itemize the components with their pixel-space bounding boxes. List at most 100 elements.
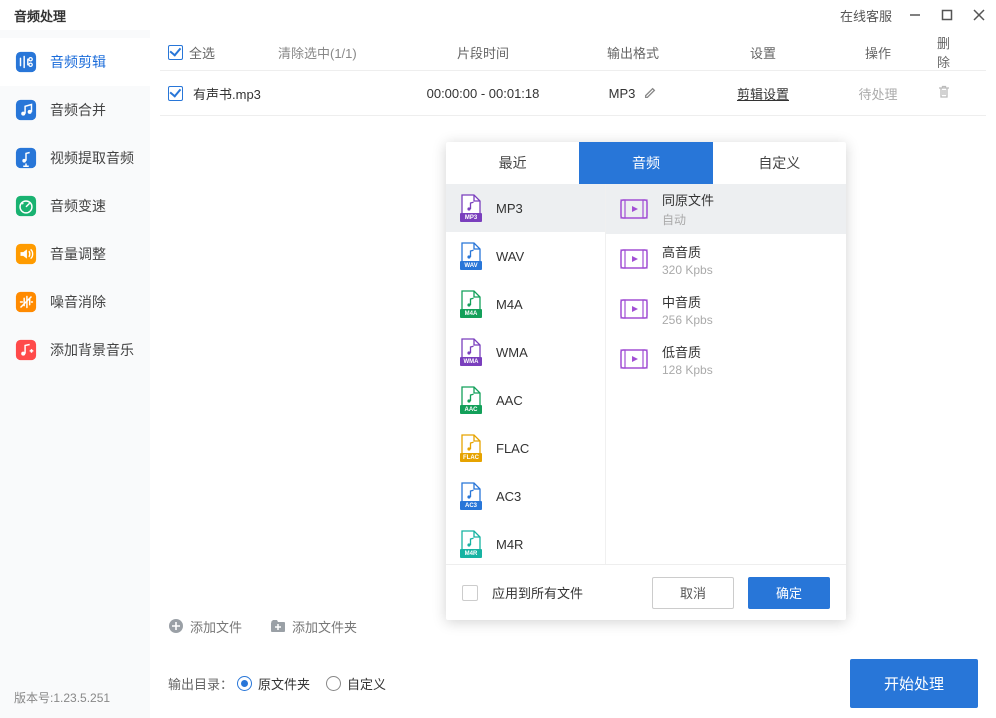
sidebar-item-volume-adjust[interactable]: 音量调整 [0, 230, 150, 278]
quality-item-low[interactable]: 低音质128 Kpbs [606, 334, 846, 384]
select-all-label: 全选 [189, 43, 215, 62]
dropdown-tab-audio[interactable]: 音频 [579, 142, 712, 184]
radio-custom-label: 自定义 [347, 674, 386, 693]
output-dir-label: 输出目录： [168, 674, 233, 693]
row-checkbox[interactable] [168, 86, 183, 101]
file-icon: AC3 [460, 482, 482, 510]
row-status: 待处理 [828, 84, 928, 103]
col-settings-header: 设置 [698, 43, 828, 62]
sidebar-item-video-extract-audio[interactable]: 视频提取音频 [0, 134, 150, 182]
file-icon: WAV [460, 242, 482, 270]
radio-original-folder[interactable]: 原文件夹 [237, 674, 310, 693]
apply-all-checkbox[interactable] [462, 585, 478, 601]
minimize-button[interactable] [908, 8, 922, 22]
dropdown-cancel-button[interactable]: 取消 [652, 577, 734, 609]
row-format[interactable]: MP3 [609, 86, 636, 101]
bgm-icon [14, 338, 38, 362]
format-item-mp3[interactable]: MP3 MP3 [446, 184, 605, 232]
format-dropdown-panel: 最近 音频 自定义 MP3 MP3 WAV WAV M4A [446, 142, 846, 620]
quality-item-high[interactable]: 高音质 320 Kpbs [606, 234, 846, 284]
format-item-flac[interactable]: FLAC FLAC [446, 424, 605, 472]
format-list: MP3 MP3 WAV WAV M4A M4A WMA WMA [446, 184, 606, 564]
col-time-header: 片段时间 [398, 43, 568, 62]
trash-icon[interactable] [936, 84, 952, 100]
add-folder-label: 添加文件夹 [292, 617, 357, 636]
quality-sub: 自动 [662, 211, 714, 228]
add-file-icon [168, 618, 184, 634]
quality-list: 同原文件自动 高音质 320 Kpbs 中音质256 Kpbs 低音质128 Kp… [606, 184, 846, 564]
quality-title: 高音质 [662, 242, 713, 261]
format-label: WMA [496, 345, 528, 360]
row-time-range: 00:00:00 - 00:01:18 [398, 86, 568, 101]
sidebar-label: 音频剪辑 [50, 52, 106, 72]
col-delete-header: 删除 [928, 33, 978, 71]
sidebar-label: 音频变速 [50, 196, 106, 216]
maximize-button[interactable] [940, 8, 954, 22]
radio-custom-folder[interactable]: 自定义 [326, 674, 386, 693]
format-item-ac3[interactable]: AC3 AC3 [446, 472, 605, 520]
add-folder-button[interactable]: 添加文件夹 [270, 617, 357, 636]
dropdown-tab-custom[interactable]: 自定义 [713, 142, 846, 184]
format-label: FLAC [496, 441, 529, 456]
quality-icon [620, 347, 648, 371]
table-row: 有声书.mp3 00:00:00 - 00:01:18 MP3 剪辑设置 待处理 [160, 71, 986, 115]
format-item-wav[interactable]: WAV WAV [446, 232, 605, 280]
online-service-link[interactable]: 在线客服 [840, 6, 892, 25]
sidebar-label: 噪音消除 [50, 292, 106, 312]
select-all-checkbox[interactable] [168, 45, 183, 60]
sidebar-item-audio-cut[interactable]: 音频剪辑 [0, 38, 150, 86]
volume-icon [14, 242, 38, 266]
format-item-m4a[interactable]: M4A M4A [446, 280, 605, 328]
row-filename: 有声书.mp3 [193, 84, 261, 103]
format-label: AC3 [496, 489, 521, 504]
clear-selected-link[interactable]: 清除选中(1/1) [278, 43, 398, 62]
add-file-label: 添加文件 [190, 617, 242, 636]
audio-merge-icon [14, 98, 38, 122]
dropdown-tab-recent[interactable]: 最近 [446, 142, 579, 184]
sidebar-item-add-bgm[interactable]: 添加背景音乐 [0, 326, 150, 374]
file-icon: MP3 [460, 194, 482, 222]
content: 全选 清除选中(1/1) 片段时间 输出格式 设置 操作 删除 有声书.mp3 … [150, 30, 996, 718]
start-process-button[interactable]: 开始处理 [850, 659, 978, 708]
format-item-wma[interactable]: WMA WMA [446, 328, 605, 376]
quality-item-same-as-source[interactable]: 同原文件自动 [606, 184, 846, 234]
version-label: 版本号:1.23.5.251 [14, 689, 110, 706]
format-label: WAV [496, 249, 524, 264]
format-label: AAC [496, 393, 523, 408]
footer-output-row: 输出目录： 原文件夹 自定义 开始处理 [160, 643, 986, 708]
format-label: M4R [496, 537, 523, 552]
table-header: 全选 清除选中(1/1) 片段时间 输出格式 设置 操作 删除 [160, 34, 986, 70]
add-file-button[interactable]: 添加文件 [168, 617, 242, 636]
format-item-m4r[interactable]: M4R M4R [446, 520, 605, 564]
file-icon: M4R [460, 530, 482, 558]
file-icon: WMA [460, 338, 482, 366]
close-button[interactable] [972, 8, 986, 22]
format-label: MP3 [496, 201, 523, 216]
sidebar-label: 视频提取音频 [50, 148, 134, 168]
apply-all-label: 应用到所有文件 [492, 583, 583, 602]
sidebar-label: 音频合并 [50, 100, 106, 120]
col-format-header: 输出格式 [568, 43, 698, 62]
radio-original-label: 原文件夹 [258, 674, 310, 693]
format-label: M4A [496, 297, 523, 312]
audio-speed-icon [14, 194, 38, 218]
format-item-aac[interactable]: AAC AAC [446, 376, 605, 424]
quality-sub: 320 Kpbs [662, 263, 713, 277]
audio-cut-icon [14, 50, 38, 74]
quality-item-medium[interactable]: 中音质256 Kpbs [606, 284, 846, 334]
dropdown-ok-button[interactable]: 确定 [748, 577, 830, 609]
video-extract-icon [14, 146, 38, 170]
sidebar-item-noise-removal[interactable]: 噪音消除 [0, 278, 150, 326]
file-icon: AAC [460, 386, 482, 414]
sidebar-item-audio-merge[interactable]: 音频合并 [0, 86, 150, 134]
app-title: 音频处理 [14, 6, 66, 25]
row-settings-link[interactable]: 剪辑设置 [737, 87, 789, 102]
title-bar: 音频处理 在线客服 [0, 0, 996, 30]
sidebar-label: 音量调整 [50, 244, 106, 264]
sidebar-item-audio-speed[interactable]: 音频变速 [0, 182, 150, 230]
file-icon: M4A [460, 290, 482, 318]
sidebar-label: 添加背景音乐 [50, 340, 134, 360]
quality-icon [620, 247, 648, 271]
quality-icon [620, 297, 648, 321]
edit-format-icon[interactable] [643, 86, 657, 100]
